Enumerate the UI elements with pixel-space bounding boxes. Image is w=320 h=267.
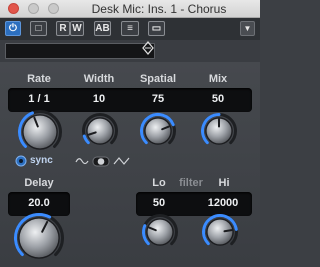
- waveform-switch-thumb: [97, 158, 105, 165]
- width-label: Width: [83, 73, 115, 85]
- title-bar[interactable]: Desk Mic: Ins. 1 - Chorus: [0, 0, 260, 18]
- sine-wave-icon: [75, 158, 89, 165]
- ab-compare-button[interactable]: AB: [94, 21, 111, 36]
- knob-body: [23, 115, 57, 149]
- settings-icon[interactable]: ≡: [121, 21, 139, 36]
- hi-value[interactable]: 12000: [196, 197, 250, 209]
- preset-bar: [0, 40, 260, 62]
- lo-knob[interactable]: [140, 213, 180, 251]
- knob-body: [19, 218, 59, 258]
- bypass-icon[interactable]: □: [30, 21, 47, 36]
- waveform-selector[interactable]: [74, 154, 132, 168]
- knob-body: [207, 219, 233, 245]
- rate-knob[interactable]: [14, 110, 66, 154]
- write-automation-button[interactable]: W: [70, 21, 84, 36]
- knob-pointer: [223, 229, 233, 233]
- rate-label: Rate: [27, 73, 51, 85]
- width-knob[interactable]: [80, 112, 120, 150]
- window-title: Desk Mic: Ins. 1 - Chorus: [91, 2, 227, 16]
- preset-save-icon[interactable]: [141, 40, 155, 56]
- mix-knob[interactable]: [199, 112, 239, 150]
- rate-value[interactable]: 1 / 1: [14, 93, 64, 105]
- chorus-panel: Rate Width Spatial Mix 1 / 1 10 75 50 sy…: [0, 62, 260, 267]
- power-icon[interactable]: ⏻: [5, 21, 21, 36]
- preset-field[interactable]: [5, 43, 155, 59]
- plugin-window: Desk Mic: Ins. 1 - Chorus ⏻ □ R W AB ≡ ▭…: [0, 0, 260, 267]
- hi-label: Hi: [218, 177, 230, 189]
- mix-label: Mix: [208, 73, 228, 85]
- mix-value[interactable]: 50: [193, 93, 243, 105]
- plugin-toolbar: ⏻ □ R W AB ≡ ▭ ▼: [0, 18, 260, 40]
- delay-knob[interactable]: [11, 212, 67, 264]
- delay-label: Delay: [24, 177, 54, 189]
- sync-label[interactable]: sync: [30, 155, 53, 166]
- chevron-down-icon[interactable]: ▼: [240, 21, 255, 36]
- hi-knob[interactable]: [200, 213, 240, 251]
- spatial-knob[interactable]: [138, 112, 178, 150]
- triangle-wave-icon: [113, 157, 130, 165]
- knob-body: [87, 118, 113, 144]
- knob-body: [147, 219, 173, 245]
- width-value[interactable]: 10: [74, 93, 124, 105]
- sync-toggle-icon[interactable]: [15, 155, 27, 167]
- spatial-value[interactable]: 75: [133, 93, 183, 105]
- spatial-label: Spatial: [139, 73, 177, 85]
- delay-value[interactable]: 20.0: [14, 197, 64, 209]
- read-automation-button[interactable]: R: [56, 21, 70, 36]
- knob-body: [145, 118, 171, 144]
- panel-icon[interactable]: ▭: [148, 21, 165, 36]
- lo-value[interactable]: 50: [136, 197, 182, 209]
